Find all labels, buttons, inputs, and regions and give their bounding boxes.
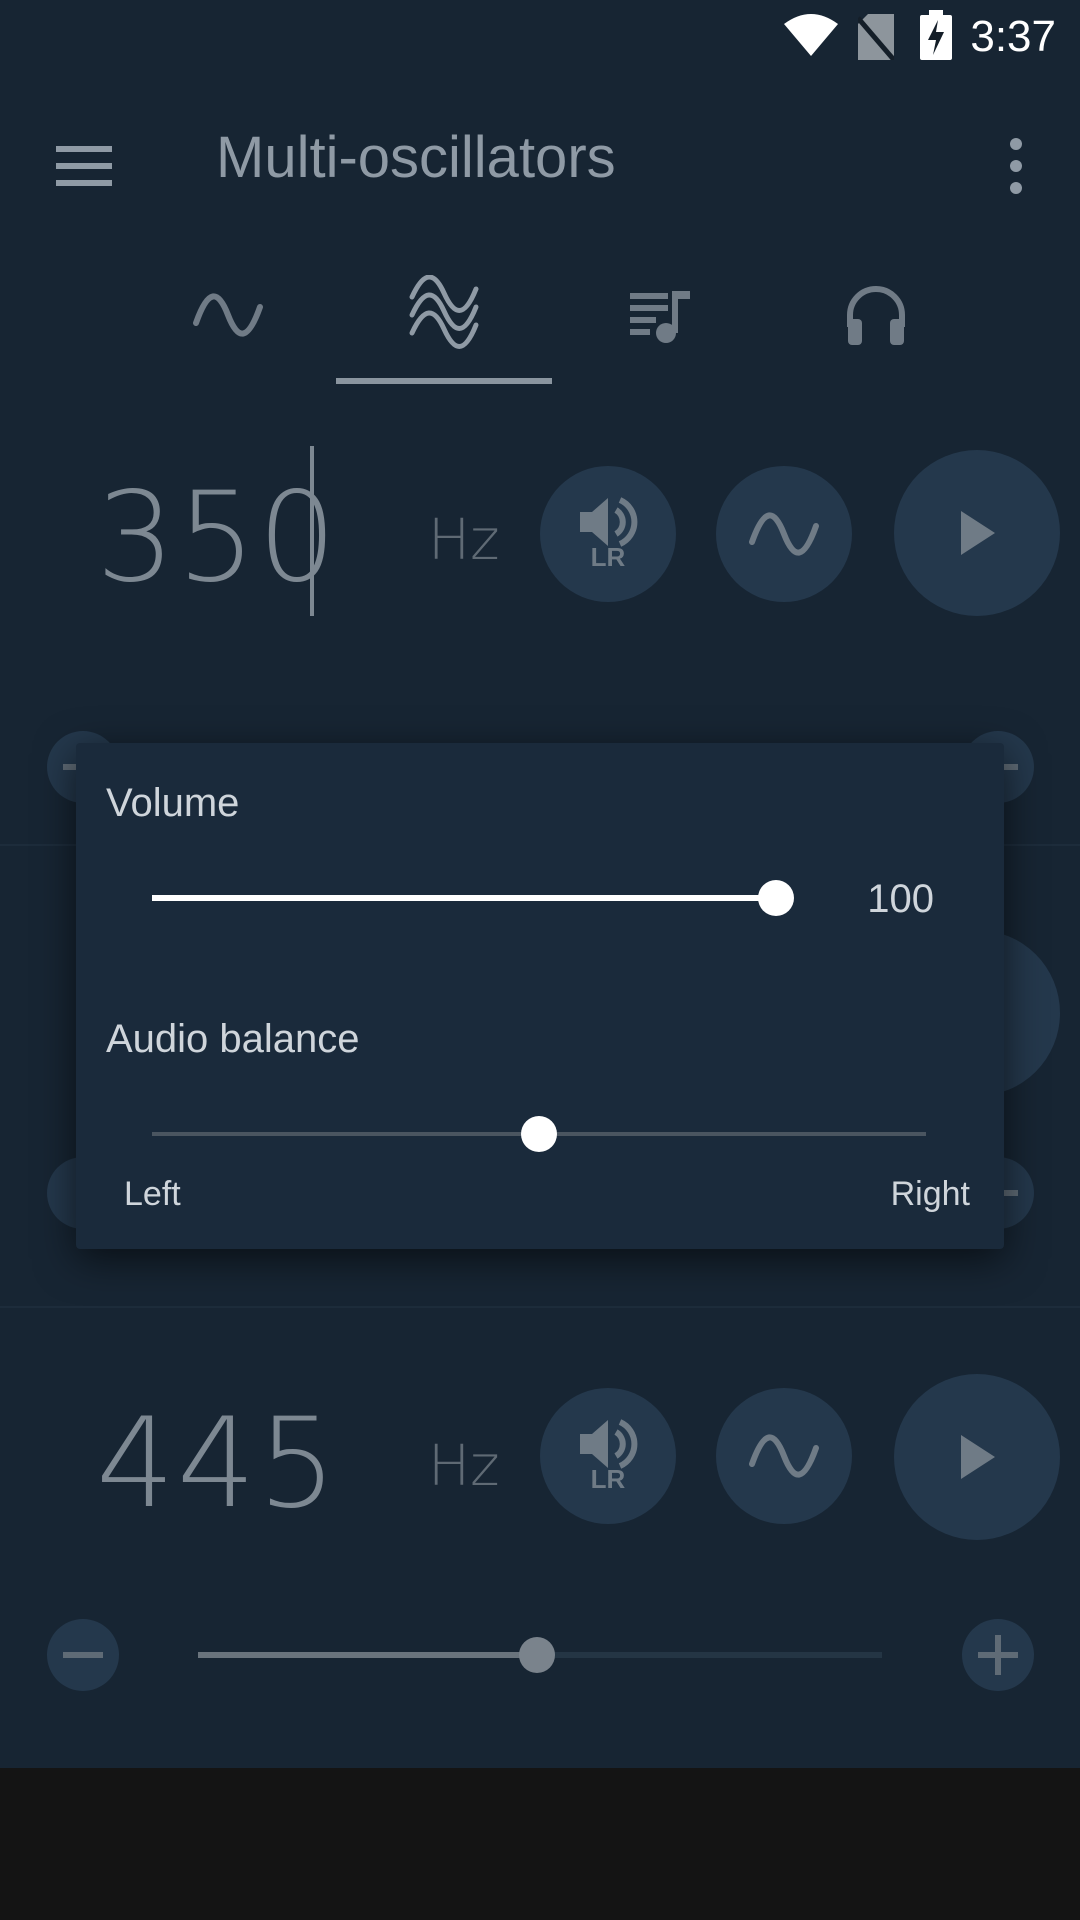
toolbar: Multi-oscillators (0, 72, 1080, 240)
speaker-icon (580, 496, 638, 547)
channel-label: LR (590, 541, 626, 572)
play-button[interactable] (894, 450, 1060, 616)
play-icon (961, 1435, 995, 1479)
tab-playlist[interactable] (552, 240, 768, 390)
app-title: Multi-oscillators (216, 125, 616, 190)
tab-sweep[interactable] (984, 240, 1080, 390)
waveform-button[interactable] (716, 466, 852, 602)
battery-charging-icon (920, 10, 952, 60)
balance-right-label: Right (890, 1175, 970, 1213)
frequency-slider-thumb[interactable] (519, 1637, 555, 1673)
audio-balance-label: Audio balance (106, 1017, 360, 1061)
playlist-icon (630, 291, 690, 343)
app-screen: 3:37 Multi-oscillators 350 Hz LR 445 Hz … (0, 0, 1080, 1768)
sine-wave-icon (749, 1434, 819, 1478)
frequency-slider-fill (198, 1652, 537, 1658)
frequency-unit: Hz (428, 508, 500, 573)
no-sim-icon (858, 14, 894, 60)
volume-slider-fill (152, 895, 776, 901)
channel-label: LR (590, 1463, 626, 1494)
text-cursor (310, 446, 314, 616)
play-icon (961, 511, 995, 555)
navigation-bar-area (0, 1768, 1080, 1920)
status-bar: 3:37 (0, 0, 1080, 72)
plus-icon (978, 1635, 1018, 1675)
tab-binaural[interactable] (768, 240, 984, 390)
active-tab-indicator (336, 378, 552, 384)
sine-wave-icon (749, 512, 819, 556)
balance-slider-thumb[interactable] (521, 1116, 557, 1152)
sine-wave-icon (193, 293, 263, 337)
minus-icon (63, 1652, 103, 1658)
volume-label: Volume (106, 781, 240, 825)
tab-single-oscillator[interactable] (120, 240, 336, 390)
speaker-icon (580, 1418, 638, 1469)
tab-bar (0, 240, 1080, 390)
status-time: 3:37 (970, 12, 1056, 61)
hamburger-menu-icon (56, 146, 112, 186)
channel-button[interactable]: LR (540, 1388, 676, 1524)
balance-left-label: Left (124, 1175, 181, 1213)
row-divider (0, 1306, 1080, 1308)
tab-multi-oscillators[interactable] (336, 240, 552, 390)
waveform-button[interactable] (716, 1388, 852, 1524)
channel-button[interactable]: LR (540, 466, 676, 602)
multi-wave-icon (409, 275, 479, 349)
menu-button[interactable] (40, 122, 128, 210)
decrease-frequency-button[interactable] (47, 1619, 119, 1691)
more-options-button[interactable] (976, 122, 1056, 210)
audio-settings-dialog: Volume 100 Audio balance Left Right (76, 743, 1004, 1249)
more-vert-icon (1010, 138, 1022, 194)
oscillator-row-3: 445 Hz LR (0, 1356, 1080, 1756)
headphones-icon (847, 286, 905, 345)
wifi-icon (784, 14, 838, 56)
frequency-input[interactable]: 445 (96, 1392, 339, 1536)
frequency-input[interactable]: 350 (96, 466, 339, 610)
frequency-unit: Hz (428, 1434, 500, 1499)
sweep-icon (1044, 285, 1080, 345)
increase-frequency-button[interactable] (962, 1619, 1034, 1691)
volume-slider-track[interactable] (152, 895, 776, 901)
play-button[interactable] (894, 1374, 1060, 1540)
volume-value: 100 (867, 877, 934, 921)
volume-slider-thumb[interactable] (758, 880, 794, 916)
